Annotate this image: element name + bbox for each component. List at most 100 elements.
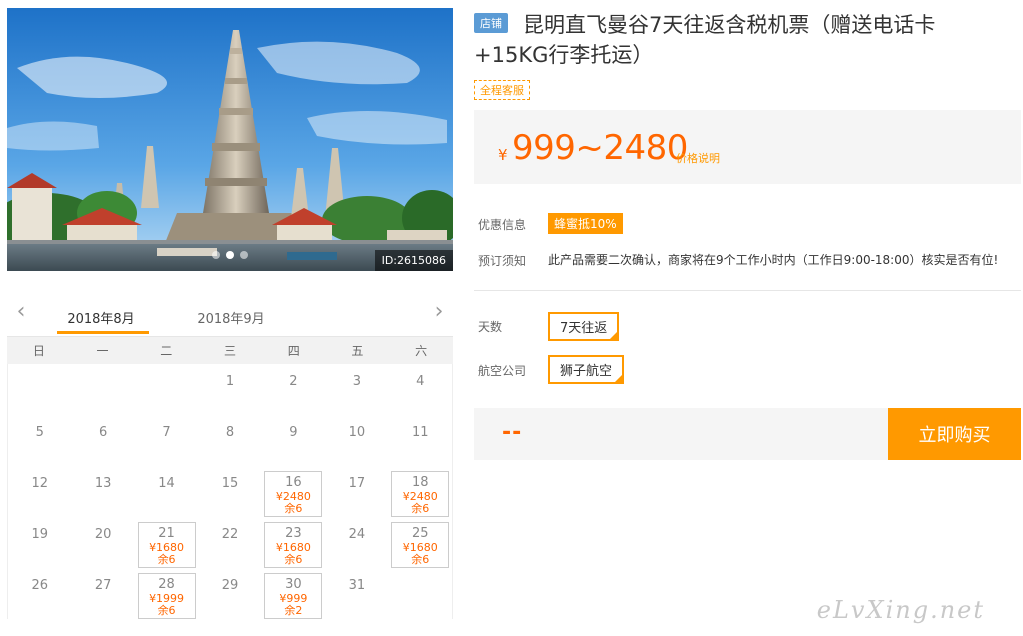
product-image[interactable]: ID:2615086 <box>7 8 453 271</box>
calendar-empty-cell <box>8 364 71 415</box>
calendar-day: 5 <box>8 415 71 466</box>
active-month-indicator <box>57 331 149 334</box>
day-number: 27 <box>94 578 112 593</box>
calendar-day: 14 <box>135 466 198 517</box>
day-remaining: 余2 <box>284 604 303 617</box>
calendar-day[interactable]: 21 ¥1680 余6 <box>135 517 198 568</box>
option-airline[interactable]: 狮子航空 <box>548 355 625 384</box>
day-number: 6 <box>98 425 108 440</box>
day-remaining: 余6 <box>157 553 176 566</box>
chevron-left-icon[interactable]: ‹ <box>11 301 31 323</box>
calendar-day[interactable]: 23 ¥1680 余6 <box>262 517 325 568</box>
calendar-day: 3 <box>325 364 388 415</box>
calendar-day-box[interactable]: 16 ¥2480 余6 <box>264 471 323 517</box>
day-number: 23 <box>285 526 302 541</box>
day-number: 31 <box>348 578 366 593</box>
day-number: 20 <box>94 527 112 542</box>
day-number: 10 <box>348 425 366 440</box>
calendar-day: 4 <box>389 364 452 415</box>
tab-month-1[interactable]: 2018年8月 <box>55 308 147 327</box>
price-note-link[interactable]: 价格说明 <box>676 150 720 166</box>
calendar-day: 1 <box>198 364 261 415</box>
carousel-dot[interactable] <box>240 251 248 259</box>
day-number: 11 <box>412 425 429 440</box>
calendar-day-box[interactable]: 21 ¥1680 余6 <box>137 522 196 568</box>
calendar-day-box[interactable]: 30 ¥999 余2 <box>264 573 323 619</box>
day-number: 7 <box>162 425 171 440</box>
calendar-day: 11 <box>389 415 452 466</box>
product-title-line2: +15KG行李托运） <box>474 43 654 67</box>
calendar-day-box[interactable]: 23 ¥1680 余6 <box>264 522 323 568</box>
calendar-grid: 1 2 3 4 5 6 7 8 9 10 11 12 13 14 15 16 ¥2480 余6 17 18 ¥2480 余… <box>7 364 453 619</box>
day-number: 12 <box>31 476 48 491</box>
day-number: 18 <box>411 475 429 490</box>
promo-badge: 蜂蜜抵10% <box>548 213 623 234</box>
day-number: 17 <box>348 476 366 491</box>
calendar-day-box[interactable]: 25 ¥1680 余6 <box>391 522 450 568</box>
selected-price: -- <box>502 420 523 445</box>
price-range: 999~2480 <box>512 128 688 168</box>
calendar-day: 6 <box>71 415 134 466</box>
product-title: 昆明直飞曼谷7天往返含税机票（赠送电话卡 +15KG行李托运） <box>474 10 993 70</box>
tab-month-2[interactable]: 2018年9月 <box>185 308 277 327</box>
currency-symbol: ¥ <box>498 146 508 164</box>
notice-text: 此产品需要二次确认，商家将在9个工作小时内（工作日9:00-18:00）核实是否… <box>548 253 999 267</box>
calendar-day: 24 <box>325 517 388 568</box>
day-number: 2 <box>289 374 298 389</box>
price-panel: ¥ 999~2480 价格说明 <box>474 110 1021 184</box>
day-number: 22 <box>221 527 239 542</box>
calendar-day: 7 <box>135 415 198 466</box>
day-number: 19 <box>31 527 48 542</box>
calendar-day: 17 <box>325 466 388 517</box>
calendar-day: 10 <box>325 415 388 466</box>
calendar-day[interactable]: 28 ¥1999 余6 <box>135 568 198 619</box>
carousel-dot-active[interactable] <box>226 251 234 259</box>
weekday-label: 三 <box>223 344 236 358</box>
option-days[interactable]: 7天往返 <box>548 312 620 341</box>
day-number: 30 <box>285 577 302 592</box>
carousel-dot[interactable] <box>212 251 220 259</box>
divider <box>474 290 1021 291</box>
day-number: 14 <box>158 476 175 491</box>
calendar-day: 15 <box>198 466 261 517</box>
calendar-day[interactable]: 18 ¥2480 余6 <box>389 466 452 517</box>
buy-now-button[interactable]: 立即购买 <box>888 408 1021 460</box>
calendar-day: 22 <box>198 517 261 568</box>
calendar-day: 19 <box>8 517 71 568</box>
temple-photo <box>7 8 453 271</box>
calendar-day: 2 <box>262 364 325 415</box>
notice-label: 预订须知 <box>478 254 527 268</box>
weekday-label: 一 <box>96 344 109 358</box>
product-title-line1: 昆明直飞曼谷7天往返含税机票（赠送电话卡 <box>523 13 936 37</box>
day-number: 9 <box>289 425 298 440</box>
day-number: 26 <box>31 578 48 593</box>
day-number: 24 <box>348 527 366 542</box>
calendar-day: 26 <box>8 568 71 619</box>
calendar-day[interactable]: 25 ¥1680 余6 <box>389 517 452 568</box>
calendar-day-box[interactable]: 18 ¥2480 余6 <box>391 471 450 517</box>
day-number: 16 <box>285 475 302 490</box>
calendar-day: 9 <box>262 415 325 466</box>
day-remaining: 余6 <box>411 502 430 515</box>
calendar-day: 27 <box>71 568 134 619</box>
day-remaining: 余6 <box>284 502 303 515</box>
calendar-nav: ‹ 2018年8月 2018年9月 › <box>7 296 453 336</box>
day-number: 21 <box>158 526 175 541</box>
image-id-label: ID:2615086 <box>374 250 453 271</box>
calendar-day-box[interactable]: 28 ¥1999 余6 <box>137 573 196 619</box>
price-calendar: ‹ 2018年8月 2018年9月 › 日 一 二 三 四 五 六 123456… <box>7 296 453 619</box>
day-number: 5 <box>35 425 44 440</box>
day-number: 15 <box>221 476 239 491</box>
calendar-empty-cell <box>135 364 198 415</box>
chevron-right-icon[interactable]: › <box>429 301 449 323</box>
promo-label: 优惠信息 <box>478 218 527 232</box>
day-number: 13 <box>94 476 112 491</box>
weekday-label: 五 <box>351 344 364 358</box>
calendar-day[interactable]: 30 ¥999 余2 <box>262 568 325 619</box>
airline-label: 航空公司 <box>478 364 527 378</box>
weekday-label: 四 <box>287 344 300 358</box>
calendar-day: 12 <box>8 466 71 517</box>
shop-tag[interactable]: 店铺 <box>474 13 508 33</box>
calendar-day[interactable]: 16 ¥2480 余6 <box>262 466 325 517</box>
day-remaining: 余6 <box>284 553 303 566</box>
